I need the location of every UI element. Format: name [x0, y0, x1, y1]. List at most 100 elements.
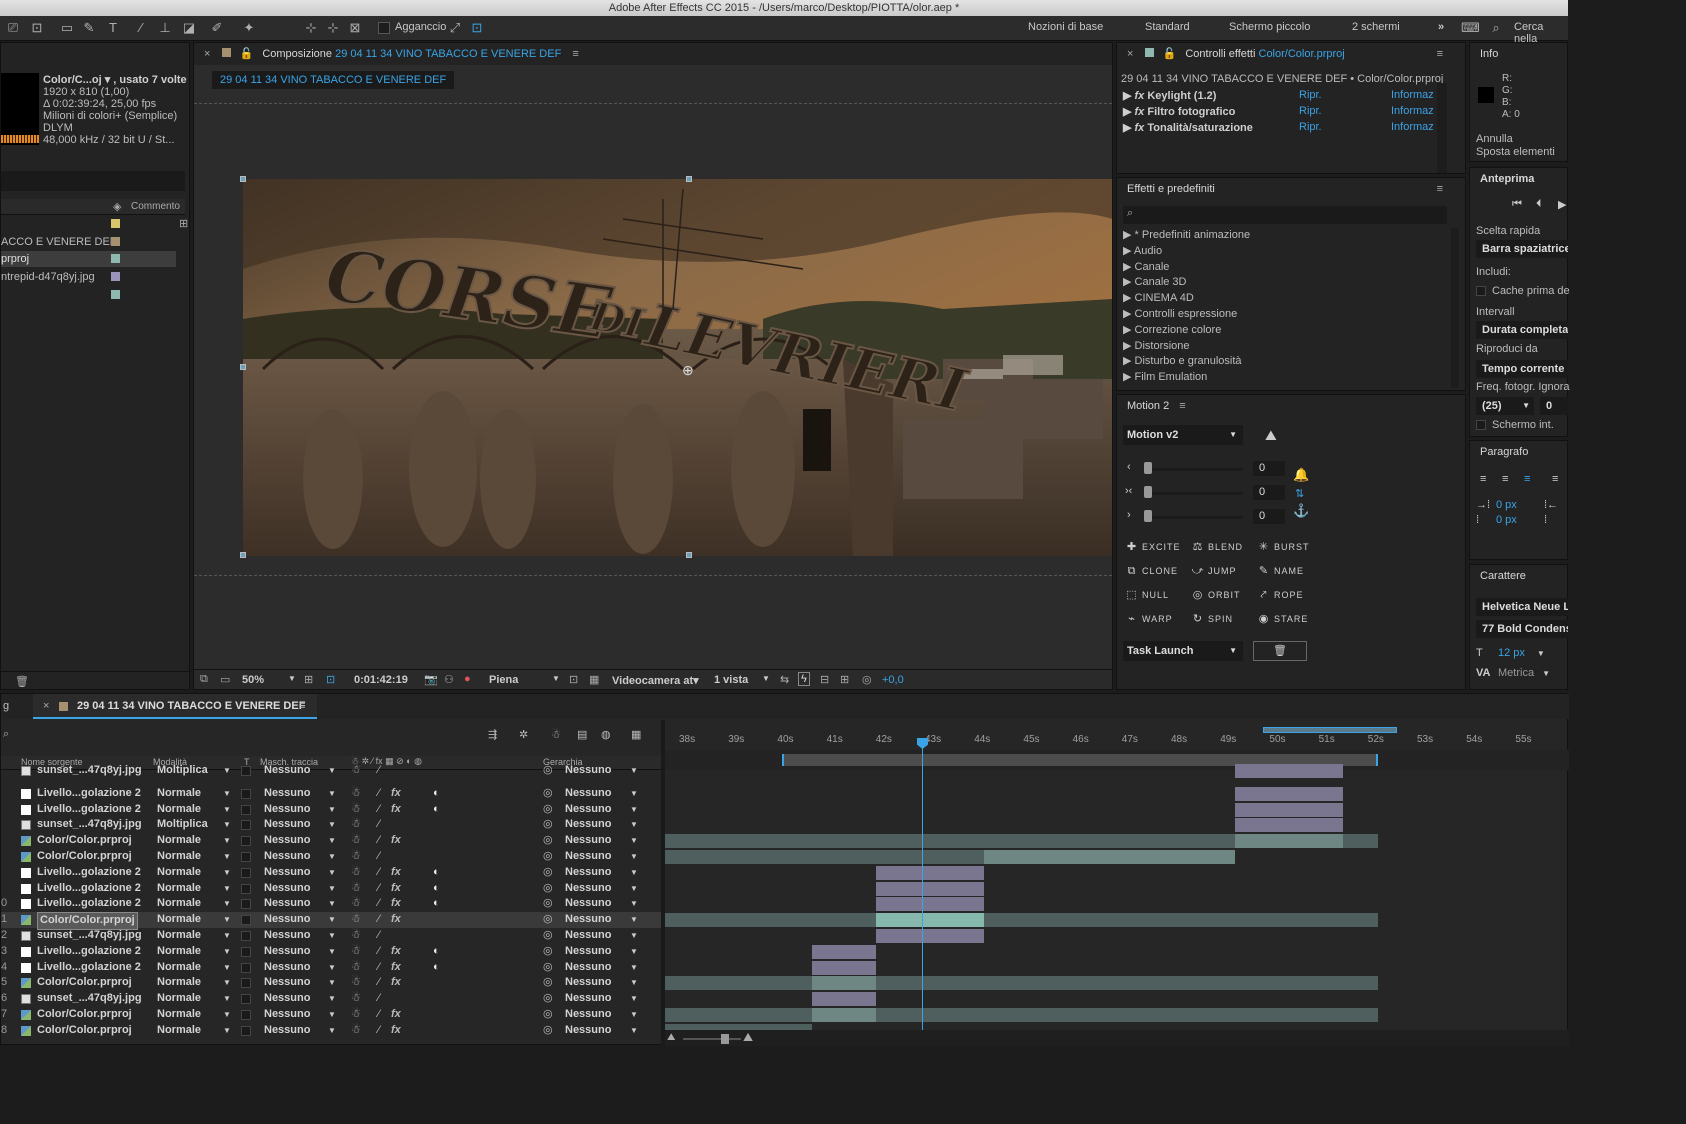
- layer-mode-select[interactable]: Normale: [157, 849, 201, 865]
- null-button[interactable]: ⬚ NULL: [1125, 585, 1189, 605]
- timeline-row[interactable]: 0 Livello...golazione 2 Normale ▼ Nessuno ▼ ☃ ⁄…: [1, 896, 661, 912]
- orbit-button[interactable]: ◎ ORBIT: [1191, 585, 1255, 605]
- flowchart-icon[interactable]: ⊞: [840, 673, 849, 686]
- parent-pickwhip-icon[interactable]: ◎: [543, 849, 553, 865]
- current-time-indicator[interactable]: [922, 738, 923, 1046]
- timeline-search-icon[interactable]: ⌕: [3, 728, 9, 741]
- snap-options-icon[interactable]: ⤢: [446, 20, 464, 36]
- layer-mode-select[interactable]: Normale: [157, 1007, 201, 1023]
- layer-source-name[interactable]: Livello...golazione 2: [37, 896, 141, 912]
- play-from-select[interactable]: Tempo corrente: [1476, 360, 1568, 378]
- chevron-down-icon[interactable]: ▼: [328, 928, 336, 944]
- selection-handle[interactable]: [240, 176, 246, 182]
- about-link[interactable]: Informaz: [1391, 89, 1434, 101]
- mask-visibility-icon[interactable]: ⊡: [326, 673, 335, 686]
- effects-switch-icon[interactable]: fx: [391, 881, 401, 897]
- blend-button[interactable]: ⚖ BLEND: [1191, 537, 1255, 557]
- parent-select[interactable]: Nessuno: [565, 960, 611, 976]
- chevron-down-icon[interactable]: ▼: [223, 960, 231, 976]
- quality-switch-icon[interactable]: ⁄: [378, 881, 380, 897]
- chevron-down-icon[interactable]: ▼: [223, 865, 231, 881]
- font-style-select[interactable]: 77 Bold Condense: [1476, 620, 1568, 638]
- region-of-interest-icon[interactable]: ⊡: [569, 673, 578, 686]
- effects-switch-icon[interactable]: fx: [391, 1023, 401, 1039]
- shortcut-select[interactable]: Barra spaziatrice: [1476, 240, 1568, 258]
- parent-select[interactable]: Nessuno: [565, 944, 611, 960]
- preserve-transparency-checkbox[interactable]: [241, 852, 251, 862]
- timeline-row[interactable]: 2 sunset_...47q8yj.jpg Normale ▼ Nessuno ▼ ☃ ⁄ ◎…: [1, 928, 661, 944]
- shy-switch-icon[interactable]: ☃: [351, 865, 361, 881]
- trash-icon[interactable]: 🗑: [15, 675, 29, 688]
- layer-source-name[interactable]: Livello...golazione 2: [37, 944, 141, 960]
- zoom-out-icon[interactable]: ⛰: [667, 1032, 675, 1043]
- parent-select[interactable]: Nessuno: [565, 763, 611, 779]
- timeline-icon[interactable]: ⊟: [820, 673, 829, 686]
- chevron-down-icon[interactable]: ▼: [630, 817, 638, 833]
- puppet-pin-tool-icon[interactable]: ✦: [240, 20, 258, 36]
- adjustment-layer-icon[interactable]: ◐: [433, 896, 440, 912]
- timeline-row[interactable]: 5 Color/Color.prproj Normale ▼ Nessuno ▼ ☃ ⁄ fx ◎…: [1, 975, 661, 991]
- zoom-in-icon[interactable]: ⛰: [743, 1030, 753, 1045]
- chevron-down-icon[interactable]: ▼: [223, 975, 231, 991]
- parent-select[interactable]: Nessuno: [565, 849, 611, 865]
- layer-source-name[interactable]: Color/Color.prproj: [37, 1023, 132, 1039]
- chevron-down-icon[interactable]: ▼: [223, 763, 231, 779]
- snap-target-icon[interactable]: ⊡: [468, 20, 486, 36]
- draft-3d-icon[interactable]: ✲: [519, 728, 528, 741]
- timeline-row[interactable]: Color/Color.prproj Normale ▼ Nessuno ▼ ☃ ⁄ ◎ Nes…: [1, 849, 661, 865]
- parent-pickwhip-icon[interactable]: ◎: [543, 865, 553, 881]
- track-matte-select[interactable]: Nessuno: [264, 928, 310, 944]
- preserve-transparency-checkbox[interactable]: [241, 978, 251, 989]
- effects-switch-icon[interactable]: fx: [391, 1007, 401, 1023]
- zoom-dropdown-icon[interactable]: ▼: [288, 674, 296, 683]
- effects-category[interactable]: ▶ Canale 3D: [1123, 275, 1187, 291]
- project-row[interactable]: ACCO E VENERE DEF: [1, 234, 176, 250]
- parent-pickwhip-icon[interactable]: ◎: [543, 1023, 553, 1039]
- effects-switch-icon[interactable]: fx: [391, 944, 401, 960]
- shy-switch-icon[interactable]: ☃: [351, 849, 361, 865]
- layer-mode-select[interactable]: Normale: [157, 786, 201, 802]
- workspace-small-screen[interactable]: Schermo piccolo: [1229, 21, 1310, 33]
- parent-pickwhip-icon[interactable]: ◎: [543, 960, 553, 976]
- reset-link[interactable]: Ripr.: [1299, 121, 1322, 133]
- parent-select[interactable]: Nessuno: [565, 817, 611, 833]
- timeline-row[interactable]: 8 Color/Color.prproj Normale ▼ Nessuno ▼ ☃ ⁄ fx ◎…: [1, 1023, 661, 1039]
- preserve-transparency-checkbox[interactable]: [241, 962, 251, 973]
- shy-switch-icon[interactable]: ☃: [351, 944, 361, 960]
- chevron-down-icon[interactable]: ▼: [328, 944, 336, 960]
- effects-switch-icon[interactable]: fx: [391, 896, 401, 912]
- effects-switch-icon[interactable]: fx: [391, 912, 401, 928]
- quality-switch-icon[interactable]: ⁄: [378, 928, 380, 944]
- chevron-down-icon[interactable]: ▼: [223, 991, 231, 1007]
- layer-mode-select[interactable]: Normale: [157, 833, 201, 849]
- play-icon[interactable]: ▶: [1558, 198, 1566, 211]
- view-axis-icon[interactable]: ⊠: [346, 20, 364, 36]
- quality-switch-icon[interactable]: ⁄: [378, 944, 380, 960]
- chevron-down-icon[interactable]: ▼: [223, 833, 231, 849]
- lock-icon[interactable]: 🔓: [240, 48, 254, 60]
- track-matte-select[interactable]: Nessuno: [264, 865, 310, 881]
- parent-pickwhip-icon[interactable]: ◎: [543, 944, 553, 960]
- preserve-transparency-checkbox[interactable]: [241, 899, 251, 910]
- task-launch-select[interactable]: Task Launch ▼: [1123, 641, 1243, 661]
- effects-category[interactable]: ▶ Canale: [1123, 260, 1169, 276]
- layer-active-segment[interactable]: [812, 1008, 876, 1022]
- track-matte-select[interactable]: Nessuno: [264, 817, 310, 833]
- comp-viewer-frame[interactable]: CORSE DI LEVRIERI: [243, 179, 1112, 556]
- shy-switch-icon[interactable]: ☃: [351, 928, 361, 944]
- chevron-down-icon[interactable]: ▼: [630, 1023, 638, 1039]
- parent-select[interactable]: Nessuno: [565, 881, 611, 897]
- preserve-transparency-checkbox[interactable]: [241, 1025, 251, 1036]
- slider-track[interactable]: [1147, 468, 1243, 471]
- layer-duration-bar[interactable]: [1235, 818, 1344, 833]
- preserve-transparency-checkbox[interactable]: [241, 915, 251, 926]
- clone-button[interactable]: ⧉ CLONE: [1125, 561, 1189, 581]
- effects-switch-icon[interactable]: fx: [391, 960, 401, 976]
- chevron-down-icon[interactable]: ▼: [328, 960, 336, 976]
- anchor-icon[interactable]: ⚓: [1293, 503, 1309, 519]
- layer-duration-bar[interactable]: [812, 960, 876, 975]
- chevron-down-icon[interactable]: ▼: [328, 817, 336, 833]
- panel-menu-icon[interactable]: ≡: [1179, 400, 1185, 412]
- parent-pickwhip-icon[interactable]: ◎: [543, 786, 553, 802]
- timeline-row[interactable]: 7 Color/Color.prproj Normale ▼ Nessuno ▼ ☃ ⁄ fx ◎…: [1, 1007, 661, 1023]
